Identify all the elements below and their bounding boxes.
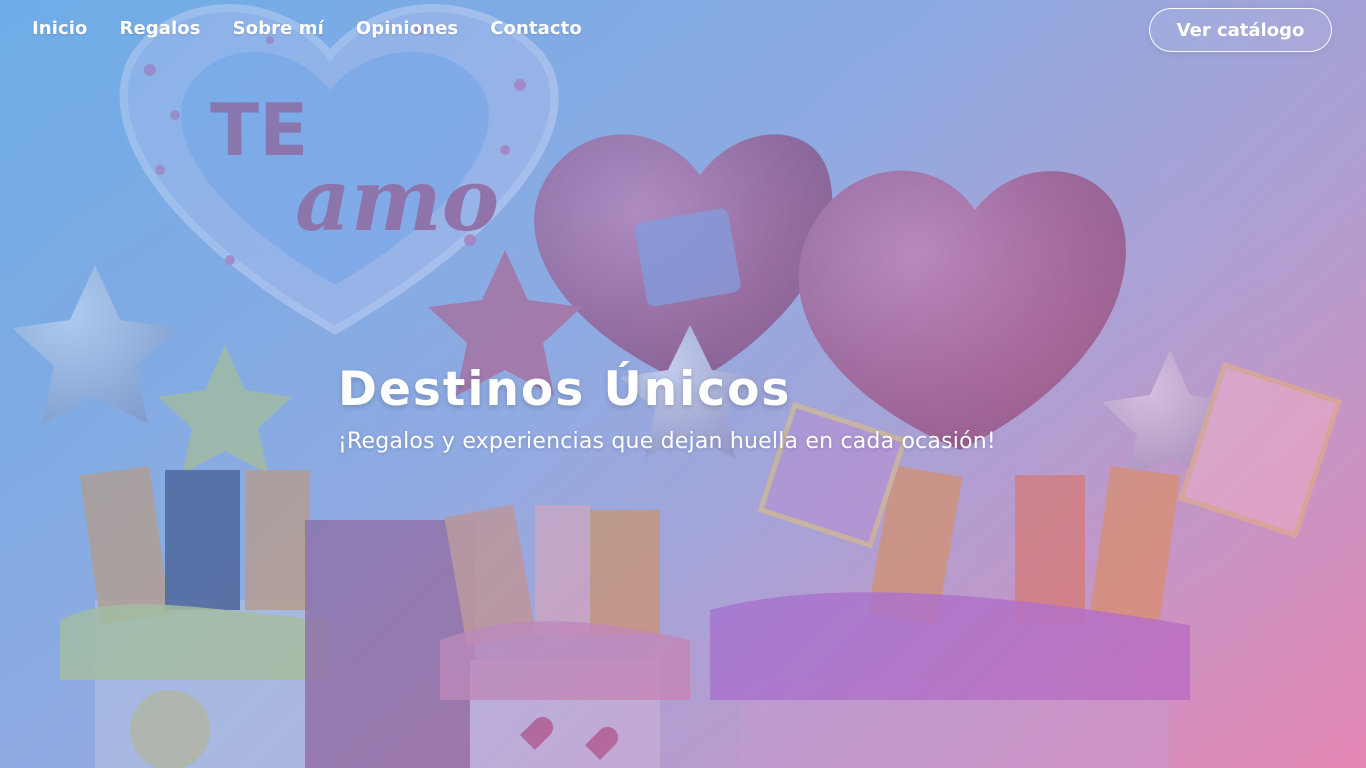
nav-link-opiniones[interactable]: Opiniones bbox=[356, 18, 458, 39]
nav-link-inicio[interactable]: Inicio bbox=[32, 18, 88, 39]
nav-link-contacto[interactable]: Contacto bbox=[490, 18, 582, 39]
nav-link-regalos[interactable]: Regalos bbox=[120, 18, 201, 39]
hero-title: Destinos Únicos bbox=[338, 362, 792, 417]
hero-subtitle: ¡Regalos y experiencias que dejan huella… bbox=[338, 429, 996, 454]
view-catalog-button[interactable]: Ver catálogo bbox=[1149, 8, 1332, 52]
main-navigation: Inicio Regalos Sobre mí Opiniones Contac… bbox=[32, 18, 582, 39]
nav-link-sobre-mi[interactable]: Sobre mí bbox=[233, 18, 324, 39]
hero-text-block: Destinos Únicos ¡Regalos y experiencias … bbox=[338, 362, 996, 454]
